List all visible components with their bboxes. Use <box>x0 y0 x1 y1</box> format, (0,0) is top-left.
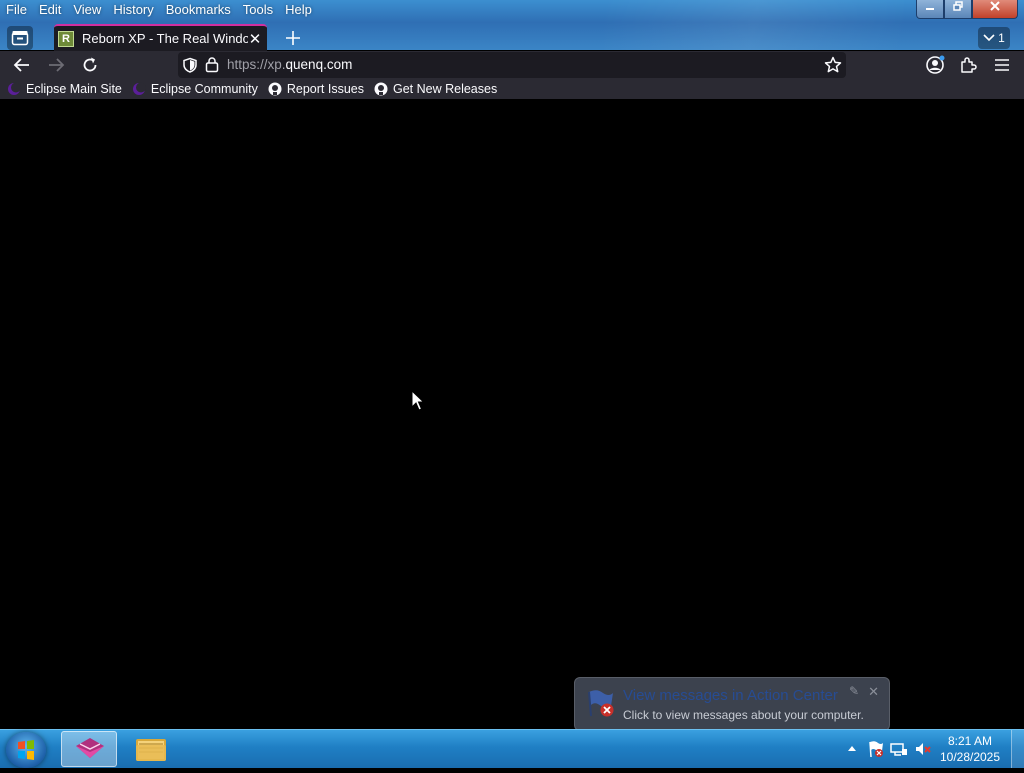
puzzle-icon <box>961 57 977 73</box>
menu-view[interactable]: View <box>67 0 107 20</box>
menu-bookmarks[interactable]: Bookmarks <box>160 0 237 20</box>
url-domain: quenq.com <box>285 57 353 72</box>
toast-title[interactable]: View messages in Action Center <box>623 687 838 704</box>
padlock-icon[interactable] <box>205 56 219 73</box>
github-icon <box>374 82 388 95</box>
app-menu-button[interactable] <box>991 54 1013 76</box>
site-favicon: R <box>58 30 74 47</box>
volume-muted-icon[interactable] <box>914 741 932 757</box>
action-center-notification[interactable]: View messages in Action Center Click to … <box>574 677 890 731</box>
account-button[interactable] <box>924 54 946 76</box>
minimize-icon <box>926 8 934 10</box>
clock[interactable]: 8:21 AM 10/28/2025 <box>938 733 1002 765</box>
bookmark-label: Get New Releases <box>392 81 498 96</box>
bookmark-get-new-releases[interactable]: Get New Releases <box>374 82 497 96</box>
tab-active[interactable]: R Reborn XP - The Real Windows ✕ <box>54 24 267 51</box>
show-desktop-button[interactable] <box>1011 730 1024 768</box>
tab-title: Reborn XP - The Real Windows <box>82 31 248 46</box>
pin-icon[interactable]: ✎ <box>849 684 859 698</box>
browser-app-icon <box>76 738 104 758</box>
new-tab-button[interactable] <box>281 26 305 50</box>
show-hidden-icons-icon[interactable] <box>848 745 856 751</box>
reload-icon <box>83 57 97 72</box>
bookmark-report-issues[interactable]: Report Issues <box>268 82 364 96</box>
close-window-button[interactable] <box>972 0 1018 19</box>
taskbar-explorer-button[interactable] <box>123 731 179 767</box>
bookmark-eclipse-main-site[interactable]: Eclipse Main Site <box>7 82 122 96</box>
action-center-tray-icon[interactable] <box>868 740 884 758</box>
eclipse-icon <box>8 82 21 95</box>
chevron-down-icon <box>983 34 995 42</box>
forward-arrow-icon <box>49 58 65 72</box>
tab-strip: R Reborn XP - The Real Windows ✕ 1 <box>0 24 1024 51</box>
bookmark-label: Report Issues <box>286 81 364 96</box>
mouse-cursor-icon <box>411 390 425 411</box>
restore-button[interactable] <box>944 0 972 19</box>
address-bar[interactable]: https://xp.quenq.com <box>178 52 846 78</box>
bookmark-label: Eclipse Main Site <box>26 81 122 96</box>
firefox-view-icon <box>11 31 29 46</box>
window-titlebar: File Edit View History Bookmarks Tools H… <box>0 0 1024 51</box>
window-controls <box>916 0 1018 19</box>
tab-close-icon[interactable]: ✕ <box>248 30 262 48</box>
extensions-button[interactable] <box>957 54 979 76</box>
menu-bar: File Edit View History Bookmarks Tools H… <box>0 0 318 20</box>
menu-history[interactable]: History <box>107 0 159 20</box>
list-all-tabs-button[interactable]: 1 <box>978 27 1010 49</box>
back-button[interactable] <box>11 54 33 76</box>
tab-count: 1 <box>998 31 1005 45</box>
github-icon <box>268 82 282 95</box>
menu-edit[interactable]: Edit <box>33 0 67 20</box>
firefox-view-button[interactable] <box>7 26 33 50</box>
navigation-toolbar: https://xp.quenq.com <box>0 51 1024 78</box>
back-arrow-icon <box>13 58 29 72</box>
menu-file[interactable]: File <box>0 0 33 20</box>
windows-logo-icon <box>18 740 34 760</box>
network-icon[interactable] <box>890 741 908 757</box>
menu-tools[interactable]: Tools <box>237 0 279 20</box>
hamburger-menu-icon <box>995 59 1009 71</box>
plus-icon <box>286 31 300 45</box>
toast-close-icon[interactable]: ✕ <box>868 684 879 700</box>
forward-button[interactable] <box>45 54 67 76</box>
clock-date: 10/28/2025 <box>939 750 1001 764</box>
close-icon <box>990 1 1000 11</box>
action-center-flag-icon <box>588 690 614 717</box>
bookmark-star-icon[interactable] <box>824 56 842 74</box>
bookmarks-toolbar: Eclipse Main Site Eclipse Community Repo… <box>0 78 1024 99</box>
minimize-button[interactable] <box>916 0 944 19</box>
page-content[interactable] <box>0 99 1024 729</box>
clock-time: 8:21 AM <box>947 734 993 748</box>
eclipse-icon <box>132 82 146 95</box>
bookmark-label: Eclipse Community <box>150 81 258 96</box>
toast-subtitle: Click to view messages about your comput… <box>623 708 864 722</box>
account-icon <box>926 55 945 74</box>
reload-button[interactable] <box>79 54 101 76</box>
url-prefix: https://xp. <box>227 57 286 72</box>
bookmark-eclipse-community[interactable]: Eclipse Community <box>132 82 258 96</box>
url-text[interactable]: https://xp.quenq.com <box>227 57 352 72</box>
menu-help[interactable]: Help <box>279 0 318 20</box>
folder-icon <box>136 739 166 761</box>
restore-icon <box>953 1 963 11</box>
taskbar: 8:21 AM 10/28/2025 <box>0 729 1024 768</box>
tracking-shield-icon[interactable] <box>182 57 198 73</box>
taskbar-browser-button[interactable] <box>61 731 117 767</box>
start-button[interactable] <box>6 732 46 768</box>
